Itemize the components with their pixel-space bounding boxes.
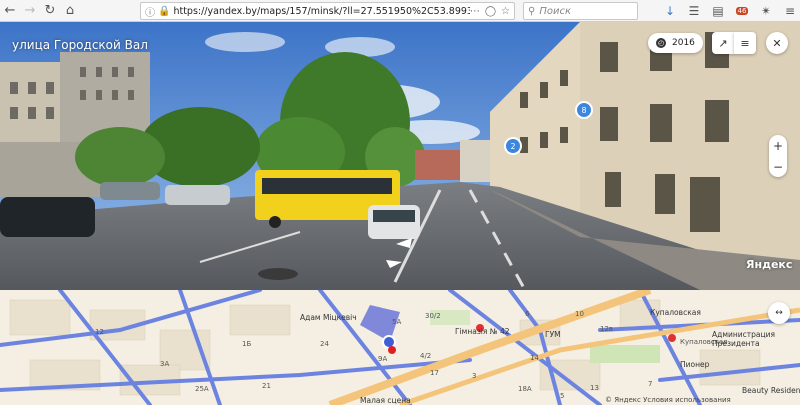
- pocket-icon[interactable]: ◯: [485, 6, 496, 17]
- house-number: 1Б: [242, 340, 252, 348]
- hamburger-menu-icon[interactable]: ≡: [780, 1, 800, 21]
- map-label-mickevich[interactable]: Адам Міцкевіч: [300, 313, 357, 322]
- library-icon[interactable]: ☰: [684, 1, 704, 21]
- back-icon[interactable]: ←: [0, 1, 20, 21]
- clock-icon: ◴: [656, 38, 666, 48]
- map-copyright[interactable]: © Яндекс Условия использования: [605, 396, 731, 404]
- house-number: 17: [430, 369, 439, 377]
- house-number: 14: [530, 354, 539, 362]
- year-label: 2016: [672, 38, 695, 48]
- panorama-image: [0, 22, 800, 290]
- reload-icon[interactable]: ↻: [40, 1, 60, 21]
- house-number: 10: [575, 310, 584, 318]
- house-number: 25А: [195, 385, 209, 393]
- house-number: 24: [320, 340, 329, 348]
- sidebar-icon[interactable]: ▤: [708, 1, 728, 21]
- page-actions-icon[interactable]: ⋯: [470, 6, 480, 17]
- search-placeholder: Поиск: [539, 5, 572, 17]
- house-number: 4/2: [420, 352, 432, 360]
- info-icon[interactable]: ⓘ: [145, 4, 155, 19]
- download-icon[interactable]: ↓: [660, 1, 680, 21]
- expand-map-icon[interactable]: ↔: [768, 302, 790, 324]
- search-bar[interactable]: ⚲ Поиск: [523, 2, 638, 20]
- street-title: улица Городской Вал: [12, 38, 148, 52]
- house-number: 5: [560, 392, 565, 400]
- yandex-watermark: Яндекс: [746, 258, 793, 271]
- zoom-control: + −: [769, 135, 787, 177]
- browser-toolbar: ← → ↻ ⌂ ⓘ 🔒 https://yandex.by/maps/157/m…: [0, 0, 800, 22]
- house-number: 7: [648, 380, 653, 388]
- panorama-marker[interactable]: 8: [575, 101, 593, 119]
- zoom-in-button[interactable]: +: [773, 139, 783, 153]
- house-number: 21: [262, 382, 271, 390]
- street-panorama[interactable]: улица Городской Вал ◴ 2016 ↗ ≡ ✕ 8 2 + −…: [0, 22, 800, 290]
- house-number: 18А: [518, 385, 532, 393]
- extension-badge: 46: [735, 7, 749, 15]
- house-number: 6: [525, 310, 530, 318]
- extension-icon[interactable]: 46: [732, 1, 752, 21]
- map-label-administration[interactable]: Администрация Президента: [712, 330, 782, 348]
- map-label-beauty-residence[interactable]: Beauty Residence: [742, 386, 800, 395]
- house-number: 5А: [392, 318, 402, 326]
- house-number: 3А: [160, 360, 170, 368]
- share-icon[interactable]: ↗: [712, 32, 734, 54]
- lock-icon: 🔒: [158, 5, 171, 17]
- menu-icon[interactable]: ≡: [734, 32, 756, 54]
- house-number: 9А: [378, 355, 388, 363]
- map-label-gym42[interactable]: Гімназія № 42: [455, 327, 510, 336]
- close-icon[interactable]: ✕: [766, 32, 788, 54]
- address-bar[interactable]: ⓘ 🔒 https://yandex.by/maps/157/minsk/?ll…: [140, 2, 515, 20]
- house-number: 30/2: [425, 312, 441, 320]
- home-icon[interactable]: ⌂: [60, 1, 80, 21]
- zoom-out-button[interactable]: −: [773, 160, 783, 174]
- search-icon: ⚲: [528, 5, 536, 17]
- map-label-kupalovskaya[interactable]: Купаловская: [650, 308, 701, 317]
- house-number: 12в: [600, 325, 614, 333]
- house-number: 3: [472, 372, 477, 380]
- bookmark-star-icon[interactable]: ☆: [501, 6, 510, 17]
- url-text[interactable]: https://yandex.by/maps/157/minsk/?ll=27.…: [173, 6, 469, 17]
- forward-icon[interactable]: →: [20, 1, 40, 21]
- panorama-marker[interactable]: 2: [504, 137, 522, 155]
- mini-map[interactable]: Адам Міцкевіч Гімназія № 42 ГУМ Купаловс…: [0, 290, 800, 405]
- house-number: 12: [95, 328, 104, 336]
- house-number: 13: [590, 384, 599, 392]
- map-label-pioneer[interactable]: Пионер: [680, 360, 709, 369]
- map-label-gum[interactable]: ГУМ: [545, 330, 561, 339]
- year-selector[interactable]: ◴ 2016: [648, 33, 703, 53]
- map-label-malaya-scena[interactable]: Малая сцена: [360, 396, 411, 405]
- addon-icon[interactable]: ✴: [756, 1, 776, 21]
